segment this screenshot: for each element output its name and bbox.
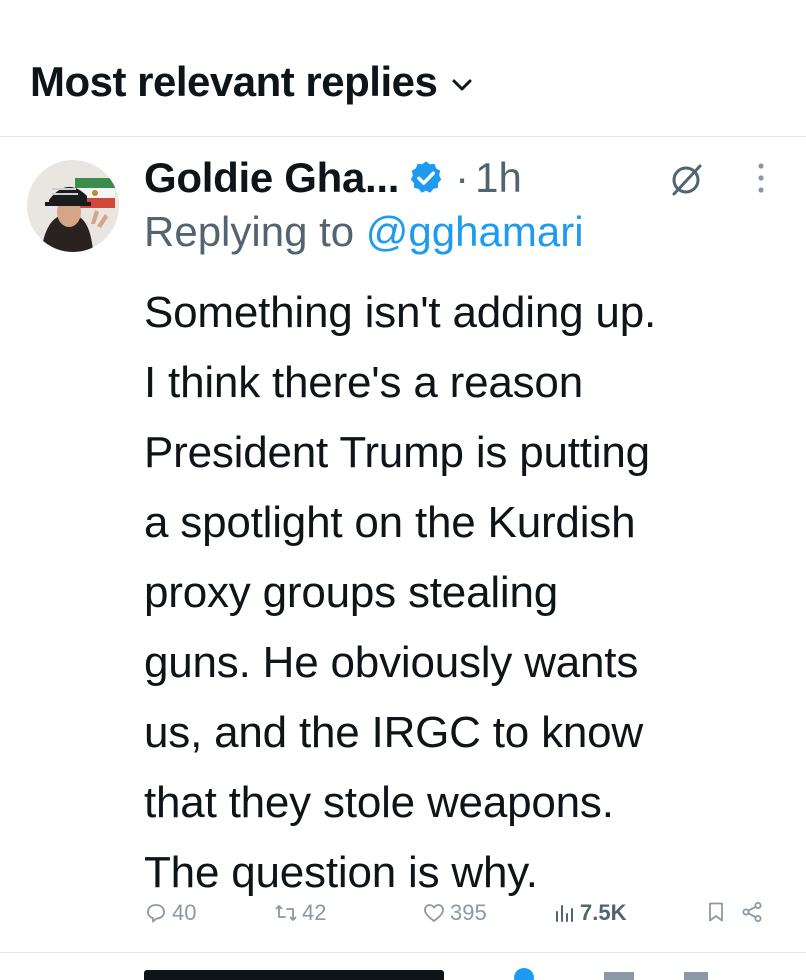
reply-icon — [147, 904, 165, 923]
replying-handle-link[interactable]: @gghamari — [366, 208, 584, 255]
tweet-text-line: I think there's a reason — [144, 358, 583, 407]
grok-icon[interactable] — [666, 160, 706, 200]
reply-button[interactable]: 40 — [144, 900, 196, 926]
replies-header-title: Most relevant replies — [30, 58, 438, 105]
share-button[interactable] — [740, 900, 768, 924]
tweet-text-line: a spotlight on the Kurdish — [144, 498, 636, 547]
tweet-text-line: us, and the IRGC to know — [144, 708, 644, 757]
views-icon — [556, 905, 573, 922]
bookmark-button[interactable] — [704, 900, 732, 924]
tweet-text-line: Something isn't adding up. — [144, 288, 656, 337]
verified-badge-icon — [410, 161, 442, 193]
replying-to: Replying to @gghamari — [144, 208, 584, 256]
tweet-time[interactable]: 1h — [475, 154, 522, 202]
heart-icon — [424, 904, 444, 922]
next-reply-peek — [144, 962, 744, 980]
tweet-separator: · — [455, 154, 470, 201]
tweet-actions-bar: 40 42 395 7.5K — [144, 900, 784, 936]
chevron-down-icon[interactable] — [451, 78, 473, 92]
share-icon — [742, 902, 762, 922]
like-count: 395 — [450, 900, 487, 925]
more-vertical-icon[interactable] — [754, 160, 768, 196]
replies-sort-header[interactable]: Most relevant replies — [30, 58, 473, 106]
tweet-text: Something isn't adding up. I think there… — [144, 278, 784, 908]
replying-prefix: Replying to — [144, 208, 366, 255]
views-button[interactable]: 7.5K — [552, 900, 626, 926]
retweet-button[interactable]: 42 — [274, 900, 326, 926]
tweet-text-line: proxy groups stealing — [144, 568, 559, 617]
retweet-count: 42 — [302, 900, 327, 925]
divider — [0, 952, 806, 953]
tweet-text-line: guns. He obviously wants — [144, 638, 639, 687]
bookmark-icon — [709, 902, 723, 922]
tweet-text-line: that they stole weapons. — [144, 778, 614, 827]
avatar[interactable] — [27, 160, 119, 252]
tweet-text-line: The question is why. — [144, 848, 538, 897]
tweet-author-row: Goldie Gha... · 1h — [144, 150, 784, 206]
views-count: 7.5K — [580, 900, 627, 925]
like-button[interactable]: 395 — [422, 900, 487, 926]
retweet-icon — [275, 905, 297, 921]
tweet-text-line: President Trump is putting — [144, 428, 650, 477]
author-name[interactable]: Goldie Gha... — [144, 154, 399, 202]
reply-count: 40 — [172, 900, 197, 925]
divider — [0, 136, 806, 137]
